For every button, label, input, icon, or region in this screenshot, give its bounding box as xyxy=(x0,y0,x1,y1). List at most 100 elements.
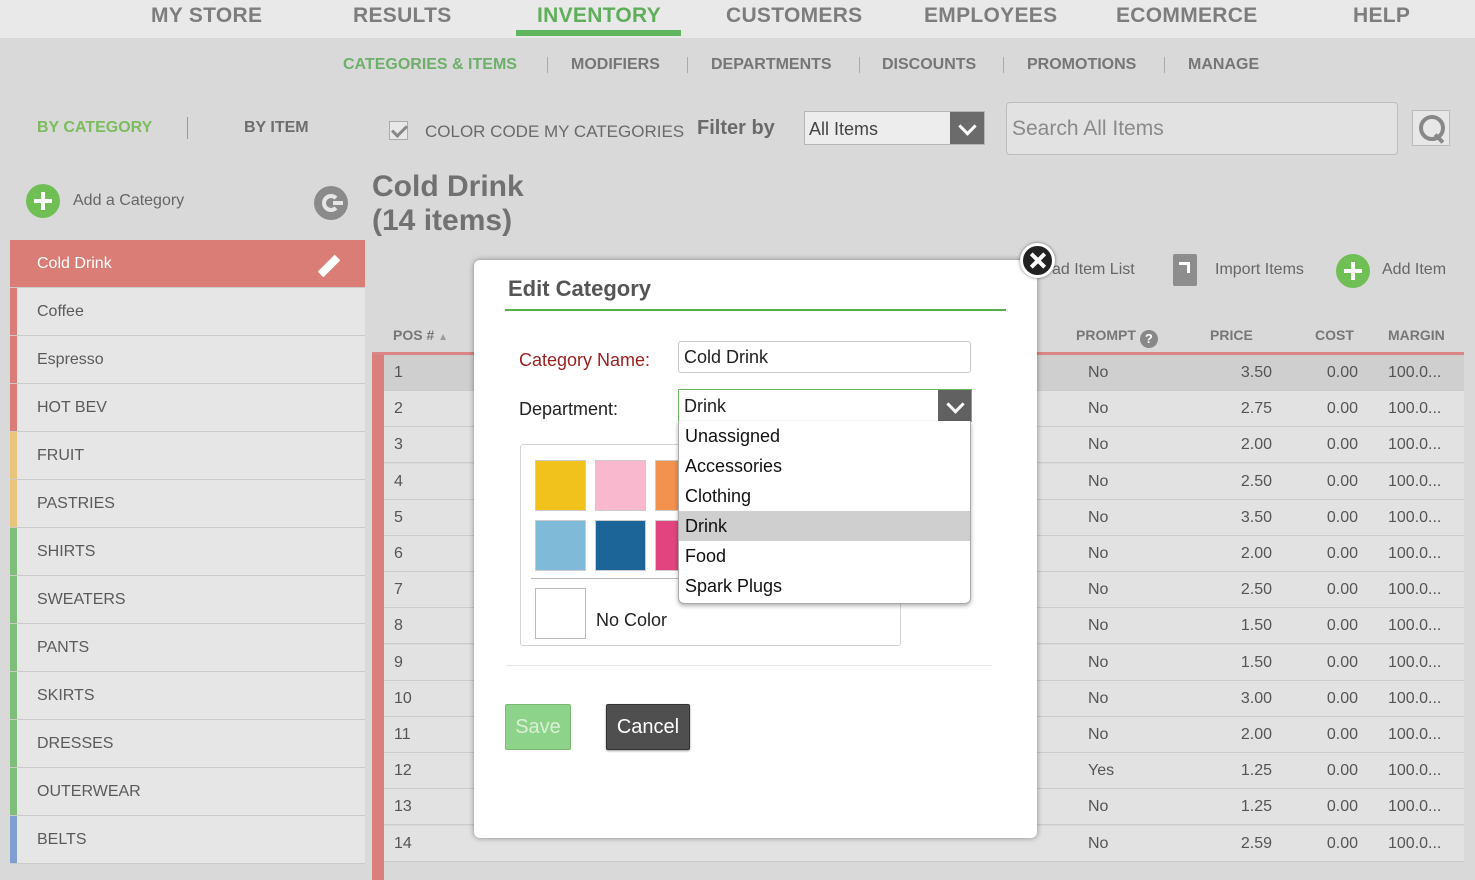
col-header-price[interactable]: PRICE xyxy=(1210,327,1253,343)
subnav-modifiers[interactable]: MODIFIERS xyxy=(571,56,660,74)
color-swatch[interactable] xyxy=(595,460,646,511)
color-swatch[interactable] xyxy=(535,460,586,511)
search-input[interactable] xyxy=(1006,102,1398,155)
no-color-swatch[interactable] xyxy=(535,588,586,639)
cell-pos: 13 xyxy=(394,798,412,816)
filter-select[interactable]: All Items xyxy=(804,111,985,145)
dropdown-option[interactable]: Accessories xyxy=(679,451,970,481)
nav-help[interactable]: HELP xyxy=(1353,4,1410,28)
dropdown-option[interactable]: Spark Plugs xyxy=(679,571,970,601)
category-item-label: OUTERWEAR xyxy=(37,782,141,800)
color-swatch[interactable] xyxy=(535,520,586,571)
category-item[interactable]: Coffee xyxy=(10,288,365,336)
nav-my-store[interactable]: MY STORE xyxy=(151,4,262,28)
add-category-button[interactable]: Add a Category xyxy=(26,184,184,218)
cell-margin: 100.0... xyxy=(1388,581,1442,599)
color-code-checkbox[interactable] xyxy=(389,121,408,140)
category-list: Cold Drink Coffee Espresso HOT BEV FRUIT PAST… xyxy=(10,240,365,864)
cell-price: 2.75 xyxy=(1240,400,1272,418)
help-icon[interactable]: ? xyxy=(1139,330,1158,348)
subnav-divider xyxy=(859,57,860,73)
cell-prompt: No xyxy=(1088,472,1109,490)
refresh-icon[interactable] xyxy=(314,186,348,220)
cell-pos: 7 xyxy=(394,581,403,599)
cell-cost: 0.00 xyxy=(1326,617,1358,635)
tab-by-category[interactable]: BY CATEGORY xyxy=(37,119,152,137)
category-color-indicator xyxy=(10,624,17,671)
save-button[interactable]: Save xyxy=(505,704,571,750)
category-item-label: DRESSES xyxy=(37,734,114,752)
col-header-prompt-label: PROMPT xyxy=(1076,327,1136,343)
nav-inventory[interactable]: INVENTORY xyxy=(537,4,661,28)
department-select[interactable]: Drink xyxy=(678,389,972,422)
cell-margin: 100.0... xyxy=(1388,798,1442,816)
cell-prompt: No xyxy=(1088,400,1109,418)
category-item[interactable]: SHIRTS xyxy=(10,528,365,576)
subnav-manage[interactable]: MANAGE xyxy=(1188,56,1259,74)
dropdown-option[interactable]: Unassigned xyxy=(679,421,970,451)
cell-margin: 100.0... xyxy=(1388,762,1442,780)
nav-ecommerce[interactable]: ECOMMERCE xyxy=(1116,4,1258,28)
dropdown-option[interactable]: Food xyxy=(679,541,970,571)
close-icon[interactable] xyxy=(1020,243,1055,278)
nav-customers[interactable]: CUSTOMERS xyxy=(726,4,863,28)
subnav-departments[interactable]: DEPARTMENTS xyxy=(711,56,832,74)
cell-margin: 100.0... xyxy=(1388,400,1442,418)
col-header-pos[interactable]: POS # ▲ xyxy=(393,327,448,343)
cell-pos: 11 xyxy=(394,726,411,743)
download-item-list-link[interactable]: ad Item List xyxy=(1052,261,1135,279)
col-header-margin[interactable]: MARGIN xyxy=(1388,327,1445,343)
col-header-cost[interactable]: COST xyxy=(1315,327,1354,343)
category-item[interactable]: BELTS xyxy=(10,816,365,864)
cell-prompt: Yes xyxy=(1088,762,1115,780)
add-item-link[interactable]: Add Item xyxy=(1382,261,1446,279)
dropdown-option[interactable]: Clothing xyxy=(679,481,970,511)
category-item[interactable]: SKIRTS xyxy=(10,672,365,720)
chevron-down-icon[interactable] xyxy=(938,390,971,421)
department-value: Drink xyxy=(684,396,727,416)
category-color-bar xyxy=(372,355,384,880)
subnav-divider xyxy=(687,57,688,73)
nav-employees[interactable]: EMPLOYEES xyxy=(924,4,1057,28)
dropdown-option[interactable]: Drink xyxy=(679,511,970,541)
cell-margin: 100.0... xyxy=(1388,364,1442,381)
category-color-indicator xyxy=(10,576,17,623)
import-icon[interactable] xyxy=(1173,254,1197,286)
search-icon[interactable] xyxy=(1412,110,1450,146)
category-color-indicator xyxy=(10,432,17,479)
cell-prompt: No xyxy=(1088,545,1109,562)
tab-by-item[interactable]: BY ITEM xyxy=(244,119,309,137)
cell-price: 2.50 xyxy=(1240,472,1272,490)
category-item[interactable]: OUTERWEAR xyxy=(10,768,365,816)
subnav-divider xyxy=(1003,57,1004,73)
category-item-label: PANTS xyxy=(37,638,90,656)
col-header-prompt: PROMPT? xyxy=(1076,327,1158,348)
add-item-icon[interactable] xyxy=(1336,254,1370,288)
cell-prompt: No xyxy=(1088,653,1109,671)
color-swatch[interactable] xyxy=(595,520,646,571)
category-item[interactable]: FRUIT xyxy=(10,432,365,480)
category-item[interactable]: Cold Drink xyxy=(10,240,365,288)
subnav-discounts[interactable]: DISCOUNTS xyxy=(882,56,976,74)
category-name-input[interactable] xyxy=(678,341,971,373)
category-item[interactable]: Espresso xyxy=(10,336,365,384)
nav-results[interactable]: RESULTS xyxy=(353,4,452,28)
pencil-icon[interactable] xyxy=(317,254,341,278)
cell-pos: 4 xyxy=(394,472,403,490)
sort-asc-icon: ▲ xyxy=(438,332,449,343)
category-item[interactable]: PASTRIES xyxy=(10,480,365,528)
category-item[interactable]: PANTS xyxy=(10,624,365,672)
subnav-categories-items[interactable]: CATEGORIES & ITEMS xyxy=(343,56,517,74)
category-item[interactable]: SWEATERS xyxy=(10,576,365,624)
cell-pos: 3 xyxy=(394,436,403,454)
import-items-link[interactable]: Import Items xyxy=(1215,261,1304,279)
cell-margin: 100.0... xyxy=(1388,508,1442,526)
category-item-label: SKIRTS xyxy=(37,686,95,704)
cancel-button[interactable]: Cancel xyxy=(606,704,690,750)
subnav-promotions[interactable]: PROMOTIONS xyxy=(1027,56,1136,74)
cell-prompt: No xyxy=(1088,689,1109,707)
cell-price: 2.59 xyxy=(1240,834,1272,852)
category-item[interactable]: DRESSES xyxy=(10,720,365,768)
category-title: Cold Drink xyxy=(372,170,524,203)
category-item[interactable]: HOT BEV xyxy=(10,384,365,432)
